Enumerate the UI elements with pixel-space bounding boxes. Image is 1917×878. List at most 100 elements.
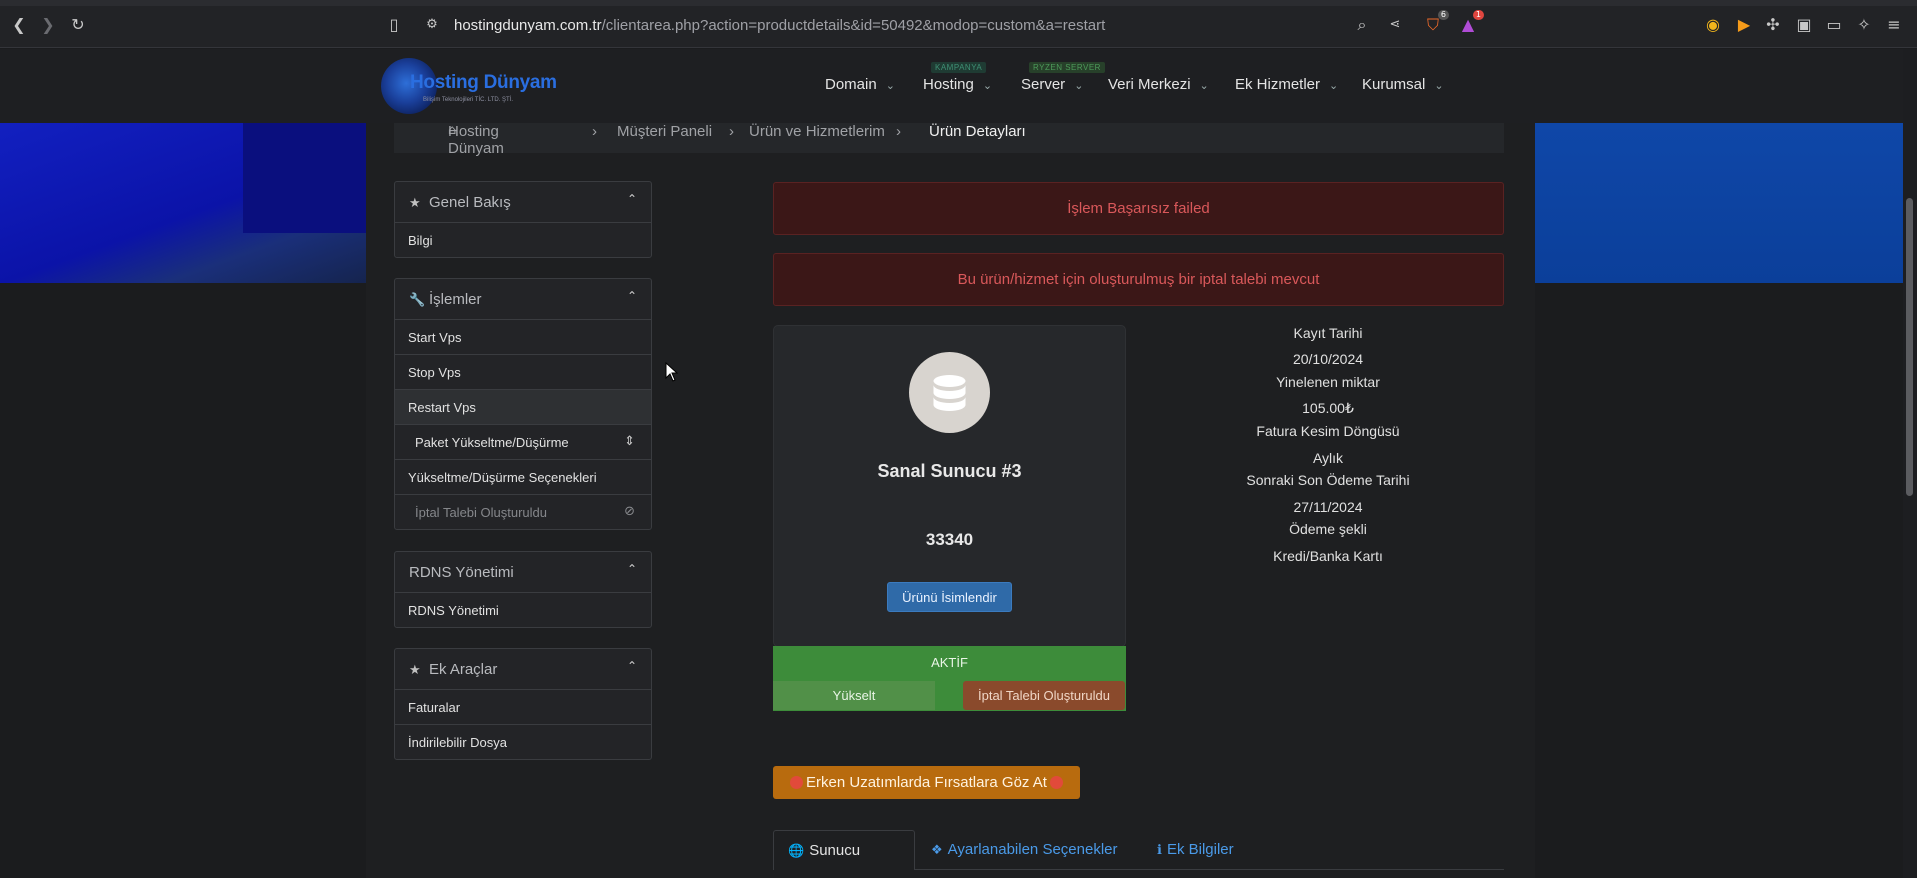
chevron-up-icon: ⌃ (626, 289, 637, 303)
product-name: Sanal Sunucu #3 (877, 461, 1022, 481)
chevron-down-icon: ⌄ (1434, 79, 1444, 92)
nav-domain-label: Domain (825, 76, 877, 93)
panel-overview: ★ Genel Bakış ⌃ Bilgi (394, 181, 652, 258)
breadcrumb-products[interactable]: Ürün ve Hizmetlerim (749, 123, 885, 140)
bookmark-icon[interactable]: ▯ (383, 14, 405, 36)
nav-corporate[interactable]: Kurumsal ⌄ (1362, 76, 1444, 93)
panel-overview-header[interactable]: ★ Genel Bakış ⌃ (395, 182, 651, 222)
browser-toolbar: ❮ ❯ ↻ ▯ ⚙ hostingdunyam.com.tr/clientare… (0, 0, 1917, 48)
nav-hosting-label: Hosting (923, 76, 974, 93)
breadcrumb-sep: › (729, 123, 734, 140)
breadcrumb-client-panel[interactable]: Müşteri Paneli (617, 123, 712, 140)
breadcrumb-home-label: Hosting Dünyam (448, 123, 504, 157)
sidebar-item-downloads[interactable]: İndirilebilir Dosya (395, 724, 651, 759)
wallet-icon[interactable]: ▭ (1823, 14, 1845, 36)
vpn-icon[interactable]: ◉ (1702, 14, 1724, 36)
nav-hosting[interactable]: Hosting ⌄ (923, 76, 992, 93)
url-path: /clientarea.php?action=productdetails&id… (601, 17, 1106, 34)
cancel-notice-alert: Bu ürün/hizmet için oluşturulmuş bir ipt… (773, 253, 1504, 306)
panel-tools: ★ Ek Araçlar ⌃ Faturalar İndirilebilir Dos… (394, 648, 652, 760)
nav-domain[interactable]: Domain ⌄ (825, 76, 895, 93)
panel-tools-header[interactable]: ★ Ek Araçlar ⌃ (395, 649, 651, 689)
site-info-icon[interactable]: ⚙ (421, 14, 443, 36)
mouse-cursor-icon (665, 362, 679, 382)
sidebar-item-info[interactable]: Bilgi (395, 222, 651, 257)
brave-shield-icon[interactable]: ⛉ 6 (1422, 10, 1449, 36)
upgrade-button[interactable]: Yükselt (773, 681, 935, 710)
nav-tag-ryzen: RYZEN SERVER (1029, 62, 1105, 73)
play-icon[interactable]: ▶ (1733, 14, 1755, 36)
forward-icon[interactable]: ❯ (37, 14, 59, 36)
info-icon: ℹ (1157, 843, 1162, 858)
chevron-up-icon: ⌃ (626, 659, 637, 673)
tab-configurable-options[interactable]: ❖ Ayarlanabilen Seçenekler (917, 830, 1132, 870)
logo-subtitle: Bilişim Teknolojileri TİC. LTD. ŞTİ. (423, 97, 514, 103)
panel-tools-title: Ek Araçlar (429, 661, 498, 678)
tab-server-info[interactable]: 🌐Sunucu Bilgisi (773, 830, 915, 870)
nav-corporate-label: Kurumsal (1362, 76, 1426, 93)
menu-icon[interactable]: ≡ (1883, 14, 1905, 36)
brave-badge: 6 (1437, 10, 1449, 20)
amount-label: Yinelenen miktar (1276, 374, 1380, 390)
banner-shape (243, 123, 366, 233)
sort-icon: ⇕ (624, 434, 635, 449)
cycle-value: Aylık (1312, 450, 1344, 466)
payment-label: Ödeme şekli (1289, 521, 1367, 537)
sidebar-icon[interactable]: ▣ (1793, 14, 1815, 36)
extensions-icon[interactable]: ✣ (1762, 14, 1784, 36)
sidebar-item-stop-vps[interactable]: Stop Vps (395, 354, 651, 389)
logo-title[interactable]: Hosting Dünyam (410, 72, 557, 94)
scrollbar-thumb[interactable] (1906, 198, 1913, 496)
chevron-down-icon: ⌄ (1329, 79, 1339, 92)
payment-value: Kredi/Banka Kartı (1273, 548, 1383, 564)
zoom-icon[interactable]: ⌕ (1351, 14, 1373, 36)
star-icon: ★ (409, 196, 421, 211)
sidebar-item-rdns[interactable]: RDNS Yönetimi (395, 592, 651, 627)
back-icon[interactable]: ❮ (8, 14, 30, 36)
panel-rdns-title: RDNS Yönetimi (409, 564, 514, 581)
sidebar-item-invoices[interactable]: Faturalar (395, 689, 651, 724)
promo-label: Erken Uzatımlarda Fırsatlara Göz At (806, 774, 1047, 791)
globe-icon: 🌐 (788, 844, 805, 859)
sidebar-item-restart-vps[interactable]: Restart Vps (395, 389, 651, 424)
due-date-label: Sonraki Son Ödeme Tarihi (1246, 472, 1410, 488)
chevron-down-icon: ⌄ (885, 79, 895, 92)
product-number: 33340 (925, 530, 974, 549)
nav-extra-services[interactable]: Ek Hizmetler ⌄ (1235, 76, 1338, 93)
hero-banner-right (1535, 123, 1903, 283)
reload-icon[interactable]: ↻ (67, 14, 89, 36)
share-icon[interactable]: ⋖ (1384, 14, 1406, 36)
ban-icon: ⊘ (624, 504, 635, 519)
rewards-icon[interactable]: ▲ 1 (1457, 10, 1484, 36)
panel-actions-title: İşlemler (429, 291, 482, 308)
address-bar[interactable]: hostingdunyam.com.tr/clientarea.php?acti… (454, 17, 1105, 34)
panel-rdns-header[interactable]: RDNS Yönetimi ⌃ (395, 552, 651, 592)
status-badge: AKTİF (773, 646, 1126, 680)
cancel-request-button[interactable]: İptal Talebi Oluşturuldu (963, 681, 1125, 710)
tab-configurable-options-label: Ayarlanabilen Seçenekler (947, 841, 1118, 858)
panel-actions-header[interactable]: 🔧 İşlemler ⌃ (395, 279, 651, 319)
hero-banner-left (0, 123, 366, 283)
database-icon (909, 352, 990, 433)
rename-product-button[interactable]: Ürünü İsimlendir (887, 582, 1012, 612)
breadcrumb: ⌂ Hosting Dünyam › Müşteri Paneli › Ürün… (394, 123, 1504, 157)
fire-icon (790, 776, 804, 789)
sidebar-item-upgrade-options[interactable]: Yükseltme/Düşürme Seçenekleri (395, 459, 651, 494)
tab-strip (0, 0, 1917, 6)
package-upgrade-select[interactable]: Paket Yükseltme/Düşürme ⇕ (395, 424, 651, 459)
cancel-request-label: İptal Talebi Oluşturuldu (415, 505, 548, 520)
tab-extra-info[interactable]: ℹ Ek Bilgiler (1143, 830, 1248, 870)
chevron-up-icon: ⌃ (626, 192, 637, 206)
sidebar-item-start-vps[interactable]: Start Vps (395, 319, 651, 354)
due-date-value: 27/11/2024 (1293, 499, 1363, 515)
panel-actions: 🔧 İşlemler ⌃ Start Vps Stop Vps Restart Vp… (394, 278, 652, 530)
chevron-down-icon: ⌄ (982, 79, 993, 92)
cycle-label: Fatura Kesim Döngüsü (1256, 423, 1400, 439)
nav-server[interactable]: Server ⌄ (1021, 76, 1083, 93)
sidebar-item-cancel-request: İptal Talebi Oluşturuldu ⊘ (395, 494, 651, 529)
nav-datacenter[interactable]: Veri Merkezi ⌄ (1108, 76, 1209, 93)
leo-icon[interactable]: ✧ (1853, 14, 1875, 36)
breadcrumb-current: Ürün Detayları (929, 123, 1026, 140)
promo-button[interactable]: Erken Uzatımlarda Fırsatlara Göz At (773, 766, 1080, 799)
panel-overview-title: Genel Bakış (429, 194, 511, 211)
